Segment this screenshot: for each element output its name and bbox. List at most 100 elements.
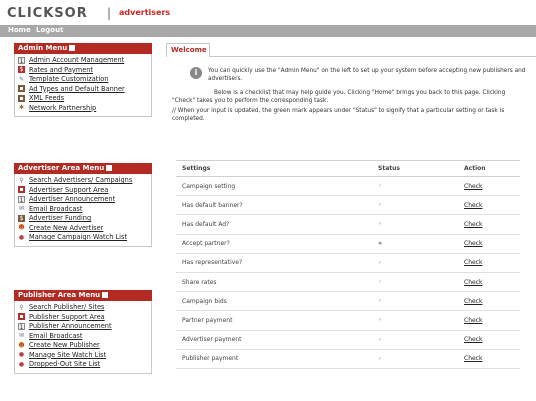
info-text-checklist: Below is a checklist that may help guide… xyxy=(172,90,506,104)
admin-menu-item-adtypes[interactable]: ▪ Ad Types and Default Banner xyxy=(15,85,151,95)
menu-item-label[interactable]: Advertiser Support Area xyxy=(29,186,108,194)
menu-item-label[interactable]: Email Broadcast xyxy=(29,332,82,340)
check-link[interactable]: Check xyxy=(464,355,482,362)
publisher-menu-item-support[interactable]: ▪ Publisher Support Area xyxy=(15,313,151,323)
check-link[interactable]: Check xyxy=(464,336,482,343)
advertiser-menu-item-watch[interactable]: ● Manage Campaign Watch List xyxy=(15,233,151,243)
admin-menu-header[interactable]: Admin Menu xyxy=(14,43,152,54)
collapse-icon[interactable] xyxy=(106,165,113,171)
publisher-menu-item-create[interactable]: ☻ Create New Publisher xyxy=(15,341,151,351)
check-link[interactable]: Check xyxy=(464,221,482,228)
advertiser-menu-title: Advertiser Area Menu xyxy=(18,164,105,172)
tab-welcome[interactable]: Welcome xyxy=(166,43,210,57)
advertiser-menu-item-create[interactable]: ☻ Create New Advertiser xyxy=(15,224,151,234)
new-user-icon: ☻ xyxy=(18,224,25,231)
status-mark: ✓ xyxy=(372,310,458,331)
new-user-icon: ☻ xyxy=(18,341,25,349)
announcement-icon: 1 xyxy=(18,322,25,331)
menu-item-label[interactable]: Publisher Announcement xyxy=(29,322,112,330)
publisher-menu-item-search[interactable]: ⚲ Search Publisher/ Sites xyxy=(15,303,151,313)
template-icon: ✎ xyxy=(18,75,25,83)
publisher-menu-header[interactable]: Publisher Area Menu xyxy=(14,290,152,301)
setting-name: Share rates xyxy=(176,272,372,293)
menu-item-label[interactable]: Advertiser Announcement xyxy=(29,195,115,203)
menu-item-label[interactable]: Rates and Payment xyxy=(29,66,93,74)
network-icon: ✱ xyxy=(18,104,25,111)
menu-item-label[interactable]: Template Customization xyxy=(29,75,108,83)
publisher-menu: Publisher Area Menu ⚲ Search Publisher/ S… xyxy=(14,290,152,374)
advertiser-menu-header[interactable]: Advertiser Area Menu xyxy=(14,163,152,174)
admin-menu-item-xml[interactable]: ▪ XML Feeds xyxy=(15,94,151,104)
advertiser-menu-item-announcement[interactable]: 1 Advertiser Announcement xyxy=(15,195,151,205)
search-icon: ⚲ xyxy=(19,303,24,311)
menu-item-label[interactable]: Advertiser Funding xyxy=(29,214,91,222)
setting-name: Advertiser payment xyxy=(176,330,372,350)
admin-menu-item-rates[interactable]: $ Rates and Payment xyxy=(15,66,151,76)
check-link[interactable]: Check xyxy=(464,298,482,305)
setting-name: Publisher payment xyxy=(176,349,372,369)
info-text-status: // When your input is updated, the green… xyxy=(172,108,505,122)
check-link[interactable]: Check xyxy=(464,202,482,209)
check-link[interactable]: Check xyxy=(464,240,482,247)
admin-menu-item-network[interactable]: ✱ Network Partnership xyxy=(15,104,151,114)
xml-icon: ▪ xyxy=(18,94,25,102)
table-row: Advertiser payment ✓ Check xyxy=(176,330,520,350)
search-icon: ⚲ xyxy=(19,176,24,184)
table-row: Has default Ad? ✓ Check xyxy=(176,214,520,235)
watch-list-icon: ● xyxy=(18,351,25,358)
clicksor-logo[interactable]: CLICKSOR xyxy=(7,6,88,21)
menu-item-label[interactable]: Network Partnership xyxy=(29,104,96,112)
status-mark: ✓ xyxy=(372,176,458,197)
support-icon: ▪ xyxy=(18,313,25,320)
admin-menu-item-template[interactable]: ✎ Template Customization xyxy=(15,75,151,85)
menu-item-label[interactable]: Create New Advertiser xyxy=(29,224,103,232)
collapse-icon[interactable] xyxy=(102,292,109,298)
admin-menu: Admin Menu 1 Admin Account Management $ Ra… xyxy=(14,43,152,117)
menu-item-label[interactable]: Create New Publisher xyxy=(29,341,100,349)
dropped-list-icon: ● xyxy=(18,360,25,368)
menu-item-label[interactable]: Publisher Support Area xyxy=(29,313,105,321)
settings-checklist-table: Settings Status Action Campaign setting ✓… xyxy=(176,160,520,369)
check-link[interactable]: Check xyxy=(464,279,482,286)
menu-item-label[interactable]: Search Publisher/ Sites xyxy=(29,303,104,311)
menu-item-label[interactable]: Manage Campaign Watch List xyxy=(29,233,127,241)
admin-menu-item-account[interactable]: 1 Admin Account Management xyxy=(15,56,151,66)
table-row: Publisher payment ✓ Check xyxy=(176,349,520,369)
logo-separator: | xyxy=(107,6,112,20)
announcement-icon: 1 xyxy=(18,195,25,204)
publisher-menu-item-dropped[interactable]: ● Dropped-Out Site List xyxy=(15,360,151,370)
advertiser-menu-item-support[interactable]: ▪ Advertiser Support Area xyxy=(15,186,151,196)
check-link[interactable]: Check xyxy=(464,259,482,266)
publisher-menu-item-announcement[interactable]: 1 Publisher Announcement xyxy=(15,322,151,332)
menu-item-label[interactable]: Search Advertisers/ Campaigns xyxy=(29,176,132,184)
logout-link[interactable]: Logout xyxy=(36,26,63,34)
collapse-icon[interactable] xyxy=(69,45,76,51)
info-text-intro: You can quickly use the "Admin Menu" on … xyxy=(208,68,526,82)
check-link[interactable]: Check xyxy=(464,183,482,190)
status-mark: ✓ xyxy=(372,253,458,273)
menu-item-label[interactable]: Admin Account Management xyxy=(29,56,124,64)
menu-item-label[interactable]: Email Broadcast xyxy=(29,205,82,213)
publisher-menu-item-watch[interactable]: ● Manage Site Watch List xyxy=(15,351,151,361)
menu-item-label[interactable]: Dropped-Out Site List xyxy=(29,360,100,368)
table-row: Campaign bids ✓ Check xyxy=(176,291,520,312)
advertiser-menu-item-email[interactable]: ✉ Email Broadcast xyxy=(15,205,151,215)
status-mark: ✓ xyxy=(372,330,458,350)
setting-name: Has default Ad? xyxy=(176,214,372,235)
check-link[interactable]: Check xyxy=(464,317,482,324)
setting-name: Accept partner? xyxy=(176,234,372,254)
publisher-menu-item-email[interactable]: ✉ Email Broadcast xyxy=(15,332,151,342)
table-row: Share rates ✓ Check xyxy=(176,272,520,293)
advertiser-menu-item-funding[interactable]: $ Advertiser Funding xyxy=(15,214,151,224)
status-mark: ✱ xyxy=(372,234,458,254)
watch-list-icon: ● xyxy=(18,233,25,241)
advertiser-menu-item-search[interactable]: ⚲ Search Advertisers/ Campaigns xyxy=(15,176,151,186)
menu-item-label[interactable]: Ad Types and Default Banner xyxy=(29,85,125,93)
table-row: Accept partner? ✱ Check xyxy=(176,234,520,254)
funding-icon: $ xyxy=(18,214,25,222)
home-link[interactable]: Home xyxy=(8,26,31,34)
publisher-menu-title: Publisher Area Menu xyxy=(18,291,101,299)
menu-item-label[interactable]: Manage Site Watch List xyxy=(29,351,106,359)
menu-item-label[interactable]: XML Feeds xyxy=(29,94,64,102)
payment-icon: $ xyxy=(18,66,25,73)
